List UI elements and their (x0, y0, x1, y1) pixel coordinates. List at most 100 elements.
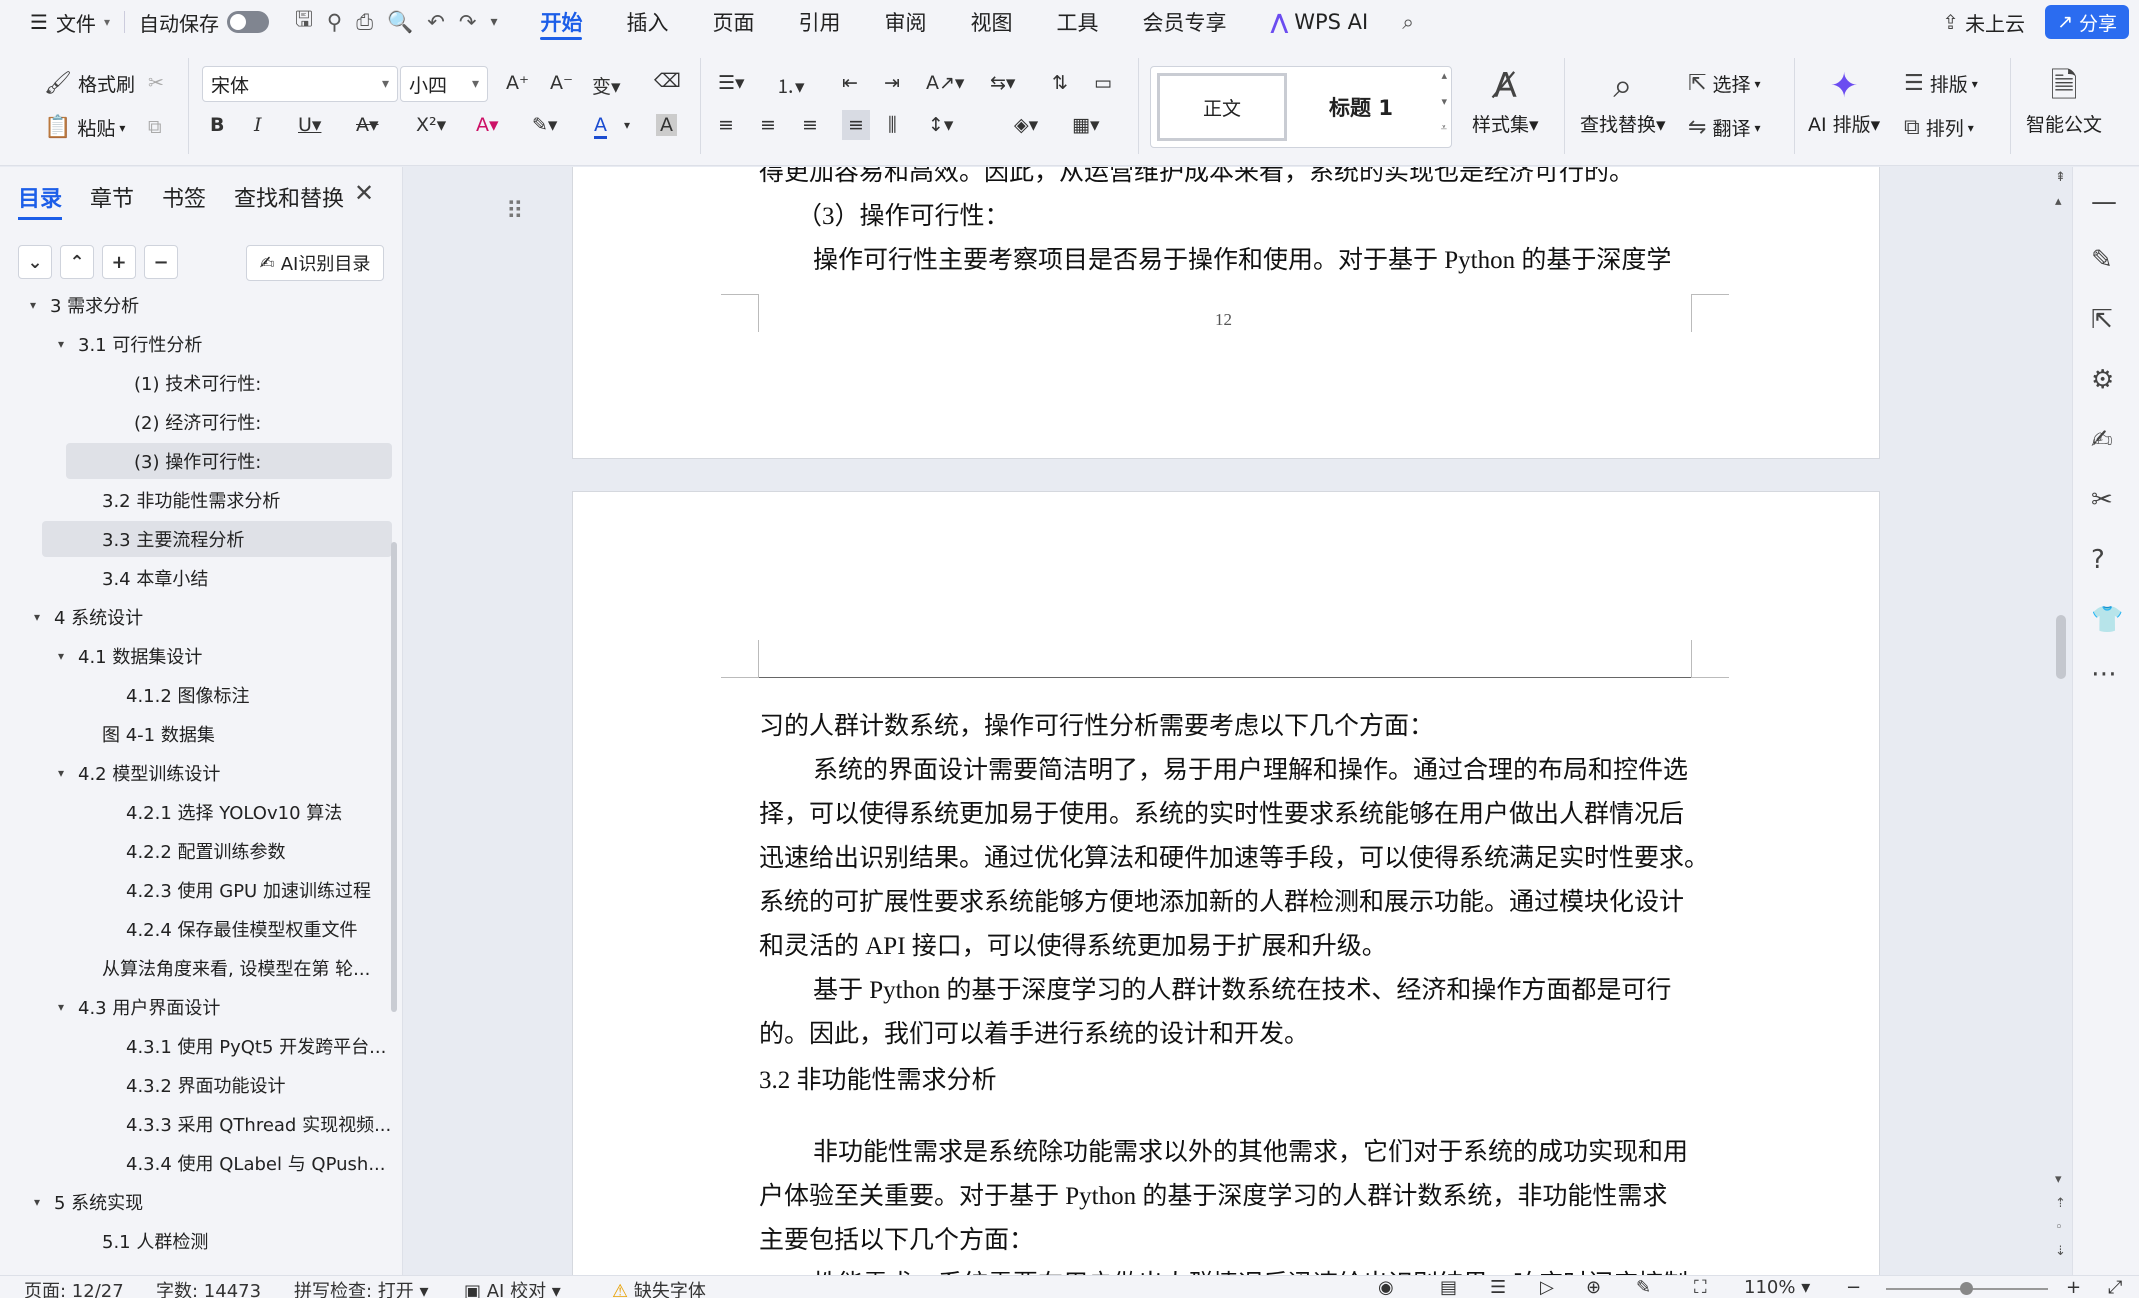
autosave-toggle[interactable]: 自动保存 (133, 0, 275, 44)
arrange-button[interactable]: ⧉ 排列 ▾ (1904, 114, 1974, 141)
tab-member[interactable]: 会员专享 (1120, 0, 1248, 44)
line-spacing-icon[interactable]: ↕▾ (928, 114, 953, 136)
select-cursor-icon[interactable]: ⇱ (2091, 305, 2113, 335)
align-right-icon[interactable]: ≡ (802, 114, 818, 136)
show-marks-icon[interactable]: ▭ (1094, 72, 1112, 94)
ai-toc-button[interactable]: ✍ AI识别目录 (246, 245, 384, 281)
toc-item[interactable]: 4.3.3 采用 QThread 实现视频... (126, 1106, 391, 1142)
style-heading-1[interactable]: 标题 1 (1301, 73, 1421, 141)
superscript-icon[interactable]: X²▾ (416, 114, 446, 136)
text-direction-icon[interactable]: A↗▾ (926, 72, 964, 94)
toc-item[interactable]: 4.1.2 图像标注 (126, 677, 250, 713)
page-view-icon[interactable]: ▤ (1440, 1277, 1457, 1298)
bullet-list-icon[interactable]: ☰▾ (718, 72, 745, 94)
fit-page-icon[interactable]: ⛶ (1694, 1277, 1707, 1298)
pen-edit-icon[interactable]: ✎ (2091, 245, 2113, 275)
layout-button[interactable]: ☰ 排版 ▾ (1904, 70, 1978, 97)
toc-item[interactable]: 3.4 本章小结 (102, 560, 208, 596)
collapse-all-button[interactable]: ⌄ (18, 245, 52, 279)
share-link-icon[interactable]: ⚲ (327, 10, 342, 34)
copy-icon[interactable]: ⧉ (148, 116, 162, 138)
align-center-icon[interactable]: ≡ (760, 114, 776, 136)
web-view-icon[interactable]: ⊕ (1586, 1277, 1601, 1298)
expand-arrow-icon[interactable]: ▾ (58, 337, 78, 351)
toc-item[interactable]: (3) 操作可行性: (66, 443, 392, 479)
zoom-level[interactable]: 110% ▾ (1744, 1277, 1810, 1298)
gallery-scroll-down-icon[interactable]: ▾ (1441, 95, 1447, 108)
share-button[interactable]: ↗ 分享 (2045, 5, 2129, 39)
toc-item[interactable]: ▾ 3.1 可行性分析 (58, 326, 202, 362)
search-icon[interactable]: ⌕ (1402, 10, 1414, 35)
toc-item[interactable]: 4.3.4 使用 QLabel 与 QPush... (126, 1145, 385, 1181)
gallery-expand-icon[interactable]: ⩡ (1441, 121, 1447, 135)
tab-find-replace[interactable]: 查找和替换 (234, 181, 344, 220)
toc-item[interactable]: 从算法角度来看, 设模型在第 轮... (102, 950, 370, 986)
borders-icon[interactable]: ▦▾ (1072, 114, 1100, 136)
ai-proof-button[interactable]: ▣ AI 校对 ▾ (464, 1277, 561, 1298)
phonetic-guide-icon[interactable]: 变▾ (592, 72, 621, 99)
toc-item[interactable]: 4.2.3 使用 GPU 加速训练过程 (126, 872, 371, 908)
tab-home[interactable]: 开始 (518, 0, 604, 44)
help-icon[interactable]: ? (2091, 545, 2105, 575)
underline-icon[interactable]: U▾ (298, 114, 321, 136)
toc-item[interactable]: 图 4-1 数据集 (102, 716, 215, 752)
read-mode-icon[interactable]: ▷ (1540, 1277, 1554, 1298)
smart-doc-button[interactable]: 🗎 智能公文 (2026, 62, 2102, 137)
sort-icon[interactable]: ⇅ (1052, 72, 1068, 94)
next-page-icon[interactable]: ⇣ (2055, 1244, 2066, 1259)
missing-font-warning[interactable]: ⚠ 缺失字体 (612, 1277, 706, 1298)
tab-toc[interactable]: 目录 (18, 181, 63, 220)
tab-page[interactable]: 页面 (690, 0, 776, 44)
prev-page-icon[interactable]: ⇡ (2055, 1196, 2066, 1211)
tab-insert[interactable]: 插入 (604, 0, 690, 44)
word-count[interactable]: 字数: 14473 (156, 1277, 261, 1298)
toc-item[interactable]: ▾ 4.1 数据集设计 (58, 638, 202, 674)
toc-item[interactable]: ▾ 4.3 用户界面设计 (58, 989, 220, 1025)
toc-item[interactable]: 4.2.1 选择 YOLOv10 算法 (126, 794, 342, 830)
expand-arrow-icon[interactable]: ▾ (58, 649, 78, 663)
minimize-panel-icon[interactable]: — (2091, 187, 2117, 217)
save-icon[interactable]: 🖫 (295, 5, 313, 40)
document-canvas[interactable]: 得更加容易和高效。因此，从运营维护成本来看，系统的实现也是经济可行的。 （3）操… (404, 167, 2072, 1275)
toc-item[interactable]: 4.2.4 保存最佳模型权重文件 (126, 911, 358, 947)
font-size-select[interactable]: 小四 ▾ (400, 66, 488, 102)
translate-button[interactable]: ⇋ 翻译 ▾ (1688, 114, 1760, 141)
tab-review[interactable]: 审阅 (862, 0, 948, 44)
spellcheck-status[interactable]: 拼写检查: 打开 ▾ (294, 1277, 429, 1298)
cloud-status-button[interactable]: ⇪ 未上云 (1936, 0, 2031, 44)
add-heading-button[interactable]: + (102, 245, 136, 279)
toc-item[interactable]: 3.3 主要流程分析 (42, 521, 392, 557)
vertical-scrollbar-thumb[interactable] (2056, 615, 2066, 679)
toc-item[interactable]: 3.2 非功能性需求分析 (102, 482, 280, 518)
clear-format-icon[interactable]: ⌫ (654, 70, 681, 92)
char-shading-icon[interactable]: A (656, 114, 677, 136)
toc-item[interactable]: 4.3.1 使用 PyQt5 开发跨平台... (126, 1028, 386, 1064)
select-button[interactable]: ⇱ 选择 ▾ (1688, 70, 1760, 97)
paste-button[interactable]: 📋 粘贴 ▾ (44, 114, 125, 141)
toc-item[interactable]: ▾ 4.2 模型训练设计 (58, 755, 220, 791)
font-name-select[interactable]: 宋体 ▾ (202, 66, 398, 102)
cut-icon[interactable]: ✂ (148, 72, 164, 94)
numbered-list-icon[interactable]: ⒈▾ (776, 72, 805, 99)
tab-view[interactable]: 视图 (948, 0, 1034, 44)
toc-item[interactable]: 4.3.2 界面功能设计 (126, 1067, 286, 1103)
toc-item[interactable]: 5.1 人群检测 (102, 1223, 208, 1259)
print-preview-icon[interactable]: 🔍 (387, 10, 413, 35)
scroll-top-icon[interactable]: ⇞ (2055, 170, 2066, 185)
signature-icon[interactable]: ✍ (2091, 425, 2113, 455)
nav-scrollbar[interactable] (391, 542, 397, 1012)
page-indicator[interactable]: 页面: 12/27 (24, 1277, 124, 1298)
toc-item[interactable]: (2) 经济可行性: (134, 404, 261, 440)
distribute-icon[interactable]: ⫼ (888, 114, 897, 136)
expand-arrow-icon[interactable]: ▾ (34, 610, 54, 624)
tools-icon[interactable]: ✂ (2091, 485, 2113, 515)
zoom-in-icon[interactable]: + (2066, 1277, 2081, 1298)
more-icon[interactable]: ⋯ (2091, 659, 2117, 689)
tab-wps-ai[interactable]: ⋀ WPS AI (1248, 0, 1390, 44)
undo-icon[interactable]: ↶ (427, 10, 445, 34)
expand-up-button[interactable]: ⌃ (60, 245, 94, 279)
zoom-slider-knob[interactable] (1960, 1282, 1973, 1295)
expand-arrow-icon[interactable]: ▾ (34, 1195, 54, 1209)
text-effect-icon[interactable]: A▾ (476, 114, 499, 136)
toc-item[interactable]: ▾ 5 系统实现 (34, 1184, 143, 1220)
